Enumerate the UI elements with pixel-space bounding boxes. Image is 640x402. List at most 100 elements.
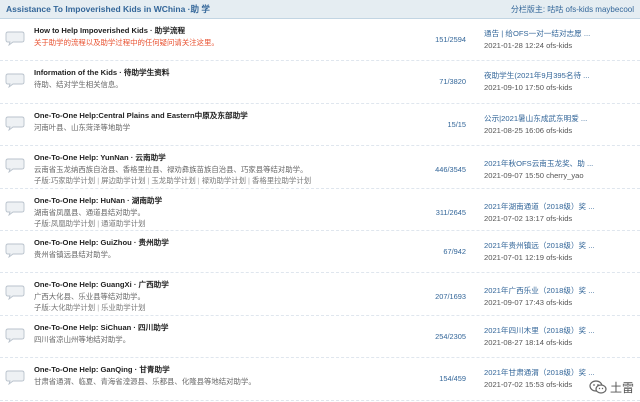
forum-row: How to Help Impoverished Kids · 助学流程关于助学… (0, 19, 640, 62)
forum-row: One-To-One Help: GanQing · 甘青助学甘肃省通渭、临夏、… (0, 358, 640, 401)
subforum-list: 子版:大化助学计划 | 乐业助学计划 (34, 302, 145, 313)
watermark-text: 土雷 (609, 381, 634, 395)
forum-row: One-To-One Help: HuNan · 湖南助学 湖南省凤凰县、通道县结… (0, 189, 640, 231)
forum-title-link[interactable]: Information of the Kids · 待助学生资料 (34, 67, 169, 78)
forum-row: One-To-One Help: GuangXi · 广西助学 广西大化县、乐业县… (0, 273, 640, 316)
last-post: 2021年四川木里（2018级）奖 ... 2021-08-27 18:14 of… (484, 325, 634, 347)
last-post-link[interactable]: 2021年贵州镇远（2018级）奖 ... (484, 240, 634, 251)
forum-list: How to Help Impoverished Kids · 助学流程关于助学… (0, 19, 640, 401)
moderators-label: 分栏版主: (510, 4, 546, 14)
forum-title-link[interactable]: One-To-One Help: GanQing · 甘青助学 (34, 364, 170, 375)
last-post: 2021年秋OFS云南玉龙奖、助 ... 2021-09-07 15:50 che… (484, 158, 634, 180)
forum-title-link[interactable]: One-To-One Help:Central Plains and Easte… (34, 110, 248, 121)
moderators: 分栏版主: 咕咕 ofs-kids maybecool (511, 4, 634, 15)
forum-bubble-icon (5, 158, 25, 174)
subforum-separator: | (97, 176, 100, 186)
forum-description: 河南叶县、山东菏泽等地助学 (34, 122, 131, 132)
forum-title-link[interactable]: One-To-One Help: GuiZhou · 贵州助学 (34, 237, 169, 248)
last-post: 夜助学生(2021年9月395名待 ... 2021-09-10 17:50 of… (484, 70, 634, 92)
last-post-link[interactable]: 2021年甘肃通渭（2018级）奖 ... (484, 367, 634, 378)
subforum-separator: | (197, 176, 200, 186)
subforum-separator: | (97, 303, 100, 313)
watermark: 土雷 (589, 379, 634, 396)
last-post-meta: 2021-08-27 18:14 ofs-kids (484, 337, 573, 347)
subforum-link[interactable]: 通道助学计划 (101, 219, 145, 228)
forum-bubble-icon (5, 73, 25, 89)
last-post-link[interactable]: 2021年四川木里（2018级）奖 ... (484, 325, 634, 336)
topic-post-count: 254/2305 (435, 331, 466, 341)
topic-post-count: 311/2645 (435, 207, 466, 217)
subforum-link[interactable]: 巧家助学计划 (51, 176, 95, 185)
last-post: 通告 | 给OFS一对一结对志愿 ... 2021-01-28 12:24 ofs… (484, 28, 634, 50)
forum-bubble-icon (5, 243, 25, 259)
subforum-list: 子版:凤凰助学计划 | 通道助学计划 (34, 218, 145, 229)
last-post-link[interactable]: 公示|2021暑山东成武东明爱 ... (484, 113, 634, 124)
forum-row: One-To-One Help: GuiZhou · 贵州助学 贵州省镇远县结对助… (0, 231, 640, 274)
forum-description: 四川省凉山州等地结对助学。 (34, 334, 131, 344)
last-post-meta: 2021-07-02 13:17 ofs-kids (484, 213, 573, 223)
subforum-link[interactable]: 玉龙助学计划 (151, 176, 195, 185)
subforum-separator: | (248, 176, 250, 186)
subforum-label: 子版: (34, 218, 51, 228)
last-post-meta: 2021-09-07 15:50 cherry_yao (484, 171, 584, 181)
subforum-link[interactable]: 大化助学计划 (51, 303, 95, 312)
topic-post-count: 151/2594 (435, 35, 466, 44)
last-post-meta: 2021-09-10 17:50 ofs-kids (484, 83, 573, 93)
forum-title-link[interactable]: How to Help Impoverished Kids · 助学流程 (34, 25, 185, 36)
forum-bubble-icon (5, 116, 25, 132)
topic-post-count: 67/942 (443, 246, 466, 256)
last-post-link[interactable]: 2021年湖南通道（2018级）奖 ... (484, 201, 634, 212)
last-post-meta: 2021-01-28 12:24 ofs-kids (484, 41, 573, 50)
forum-description: 待助、结对学生相关信息。 (34, 80, 123, 90)
last-post: 公示|2021暑山东成武东明爱 ... 2021-08-25 16:06 ofs-… (484, 113, 634, 135)
forum-bubble-icon (5, 31, 25, 47)
forum-description: 甘肃省通渭、临夏、青海省湟源县、乐都县、化隆县等地结对助学。 (34, 377, 256, 387)
last-post: 2021年湖南通道（2018级）奖 ... 2021-07-02 13:17 of… (484, 201, 634, 223)
last-post-meta: 2021-07-01 12:19 ofs-kids (484, 252, 573, 262)
subforum-separator: | (147, 176, 150, 186)
subforum-link[interactable]: 屏边助学计划 (101, 176, 145, 185)
forum-description: 广西大化县、乐业县等结对助学。 (34, 292, 145, 302)
subforum-link[interactable]: 香格里拉助学计划 (252, 176, 311, 185)
last-post: 2021年贵州镇远（2018级）奖 ... 2021-07-01 12:19 of… (484, 240, 634, 262)
last-post-link[interactable]: 2021年广西乐业（2018级）奖 ... (484, 285, 634, 296)
forum-title-link[interactable]: One-To-One Help: GuangXi · 广西助学 (34, 279, 169, 290)
last-post-meta: 2021-09-07 17:43 ofs-kids (484, 298, 573, 308)
last-post-link[interactable]: 夜助学生(2021年9月395名待 ... (484, 70, 634, 81)
subforum-label: 子版: (34, 176, 51, 186)
subforum-link[interactable]: 乐业助学计划 (101, 303, 145, 312)
forum-description: 关于助学的流程以及助学过程中的任何疑问请关注这里。 (34, 38, 219, 47)
topic-post-count: 154/459 (439, 374, 466, 384)
topic-post-count: 71/3820 (439, 77, 466, 87)
forum-bubble-icon (5, 285, 25, 301)
forum-category-header: Assistance To Impoverished Kids in WChin… (0, 0, 640, 19)
forum-title-link[interactable]: One-To-One Help: SiChuan · 四川助学 (34, 322, 168, 333)
subforum-link[interactable]: 凤凰助学计划 (51, 219, 95, 228)
subforum-list: 子版:巧家助学计划 | 屏边助学计划 | 玉龙助学计划 | 禄劝助学计划 | 香格里拉助学计划 (34, 175, 311, 186)
forum-description: 湖南省凤凰县、通道县结对助学。 (34, 207, 145, 217)
forum-row: One-To-One Help: SiChuan · 四川助学 四川省凉山州等地结… (0, 316, 640, 359)
wechat-icon (589, 380, 607, 395)
forum-description: 贵州省镇远县结对助学。 (34, 249, 116, 259)
forum-title-link[interactable]: One-To-One Help: HuNan · 湖南助学 (34, 195, 162, 206)
forum-bubble-icon (5, 328, 25, 343)
subforum-link[interactable]: 禄劝助学计划 (202, 176, 246, 185)
topic-post-count: 446/3545 (435, 165, 466, 175)
last-post-link[interactable]: 2021年秋OFS云南玉龙奖、助 ... (484, 158, 634, 169)
subforum-label: 子版: (34, 303, 51, 313)
forum-row: One-To-One Help: YunNan · 云南助学云南省玉龙纳西族自治… (0, 146, 640, 189)
last-post-link[interactable]: 通告 | 给OFS一对一结对志愿 ... (484, 28, 634, 39)
topic-post-count: 15/15 (447, 119, 467, 129)
moderators-list[interactable]: 咕咕 ofs-kids maybecool (547, 5, 634, 14)
last-post-meta: 2021-08-25 16:06 ofs-kids (484, 125, 573, 135)
category-title[interactable]: Assistance To Impoverished Kids in WChin… (6, 3, 210, 15)
forum-bubble-icon (5, 201, 25, 216)
last-post: 2021年广西乐业（2018级）奖 ... 2021-09-07 17:43 of… (484, 285, 634, 307)
subforum-separator: | (97, 218, 100, 228)
forum-title-link[interactable]: One-To-One Help: YunNan · 云南助学 (34, 152, 166, 163)
forum-row: Information of the Kids · 待助学生资料 待助、结对学生相… (0, 61, 640, 104)
forum-description: 云南省玉龙纳西族自治县、香格里拉县、禄劝彝族苗族自治县、巧家县等结对助学。 (34, 165, 308, 175)
topic-post-count: 207/1693 (435, 292, 466, 302)
forum-row: One-To-One Help:Central Plains and Easte… (0, 104, 640, 147)
forum-bubble-icon (5, 370, 25, 386)
